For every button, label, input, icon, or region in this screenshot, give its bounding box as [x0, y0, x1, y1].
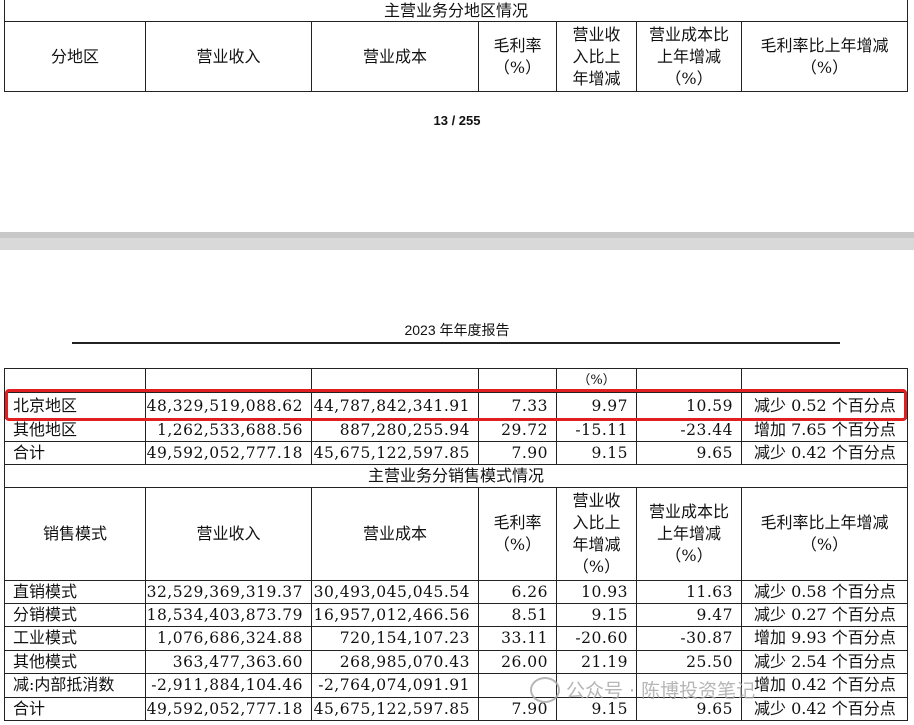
- top-header-margin: 毛利率 （%）: [493, 35, 542, 77]
- sales-header-margin: 毛利率 （%）: [493, 513, 542, 554]
- region-row-2-cost: 45,675,122,597.85: [313, 444, 470, 462]
- sales-row-3-cost-change: 25.50: [686, 653, 733, 671]
- sales-row-5-margin-change: 减少 0.42 个百分点: [754, 699, 896, 718]
- region-row-2-cost-change: 9.65: [696, 444, 733, 462]
- sales-row-4-revenue: -2,911,884,104.46: [151, 676, 303, 694]
- top-header-region: 分地区: [50, 46, 99, 66]
- sales-row-4-name: 减:内部抵消数: [13, 675, 115, 694]
- sales-row-3-rev-change: 21.19: [581, 653, 628, 671]
- sales-header-cost: 营业成本: [362, 524, 427, 543]
- sales-row-1-margin: 8.51: [511, 606, 548, 624]
- sales-row-1-name: 分销模式: [13, 605, 78, 624]
- highlight-box: [5, 389, 907, 421]
- region-row-1-cost: 887,280,255.94: [339, 421, 470, 439]
- sales-row-0-revenue: 32,529,369,319.37: [146, 583, 303, 601]
- page-number: 13 / 255: [433, 113, 481, 128]
- sales-row-2-margin: 33.11: [501, 629, 548, 647]
- wechat-icon: [530, 676, 560, 703]
- region-row-1-revenue: 1,262,533,688.56: [156, 421, 303, 439]
- sales-row-3-margin-change: 减少 2.54 个百分点: [754, 652, 896, 671]
- page-separator-shadow: [0, 232, 914, 238]
- region-row-2-name: 合计: [13, 443, 46, 462]
- sales-row-1-cost: 16,957,012,466.56: [313, 606, 470, 624]
- sales-row-2-revenue: 1,076,686,324.88: [156, 629, 303, 647]
- region-row-1-margin: 29.72: [501, 421, 548, 439]
- region-row-1-cost-change: -23.44: [680, 421, 733, 439]
- sales-row-1-rev-change: 9.15: [591, 606, 628, 624]
- sales-row-4-cost: -2,764,074,091.91: [318, 676, 470, 694]
- region-row-2-rev-change: 9.15: [591, 444, 628, 462]
- region-row-2-revenue: 49,592,052,777.18: [146, 444, 303, 462]
- sales-row-0-cost: 30,493,045,045.54: [313, 583, 470, 601]
- sales-row-0-rev-change: 10.93: [581, 583, 628, 601]
- report-header: 2023 年年度报告: [404, 322, 510, 338]
- sales-row-4-margin-change: 增加 0.42 个百分点: [754, 675, 896, 694]
- sales-row-3-revenue: 363,477,363.60: [172, 653, 303, 671]
- sales-header-cost-change: 营业成本比 上年增减 （%）: [648, 502, 729, 565]
- top-header-cost: 营业成本: [362, 46, 427, 66]
- sales-row-2-name: 工业模式: [13, 628, 78, 647]
- sales-row-2-cost-change: -30.87: [680, 629, 733, 647]
- sales-header-margin-change: 毛利率比上年增减 （%）: [760, 513, 889, 554]
- region-row-1-margin-change: 增加 7.65 个百分点: [754, 420, 896, 439]
- sales-table-title: 主营业务分销售模式情况: [367, 466, 544, 485]
- sales-row-2-rev-change: -20.60: [575, 629, 628, 647]
- sales-header-rev-change: 营业收 入比上 年增减 （%）: [572, 491, 621, 576]
- sales-row-0-name: 直销模式: [13, 582, 78, 601]
- watermark: 公众号 · 陈博投资笔记: [530, 676, 755, 703]
- top-header-rev-change: 营业收 入比上 年增减: [572, 24, 621, 88]
- sales-row-0-margin-change: 减少 0.58 个百分点: [754, 582, 896, 601]
- sales-row-3-cost: 268,985,070.43: [339, 653, 470, 671]
- sales-row-2-margin-change: 增加 9.93 个百分点: [754, 628, 896, 647]
- sales-row-1-revenue: 18,534,403,873.79: [146, 606, 303, 624]
- sales-row-3-margin: 26.00: [501, 653, 548, 671]
- region-row-1-name: 其他地区: [13, 420, 78, 439]
- top-header-margin-change: 毛利率比上年增减 （%）: [760, 35, 889, 77]
- region-row-1-rev-change: -15.11: [575, 421, 628, 439]
- top-table-title: 主营业务分地区情况: [383, 1, 528, 20]
- sales-header-mode: 销售模式: [42, 524, 107, 543]
- sales-row-2-cost: 720,154,107.23: [339, 629, 470, 647]
- watermark-text: 公众号 · 陈博投资笔记: [566, 680, 756, 702]
- sales-row-0-cost-change: 11.63: [686, 583, 733, 601]
- sales-row-5-name: 合计: [13, 699, 46, 718]
- report-header-rule: [72, 342, 840, 344]
- top-header-revenue: 营业收入: [196, 46, 261, 66]
- top-header-cost-change: 营业成本比 上年增减 （%）: [648, 24, 729, 88]
- sales-row-5-cost: 45,675,122,597.85: [313, 700, 470, 718]
- sales-row-5-revenue: 49,592,052,777.18: [146, 700, 303, 718]
- sales-row-3-name: 其他模式: [13, 652, 78, 671]
- sales-row-0-margin: 6.26: [511, 583, 548, 601]
- sales-row-1-cost-change: 9.47: [696, 606, 733, 624]
- sales-header-revenue: 营业收入: [196, 524, 261, 543]
- region-row-2-margin-change: 减少 0.42 个百分点: [754, 443, 896, 462]
- region-row-2-margin: 7.90: [511, 444, 548, 462]
- sales-row-1-margin-change: 减少 0.27 个百分点: [754, 605, 896, 624]
